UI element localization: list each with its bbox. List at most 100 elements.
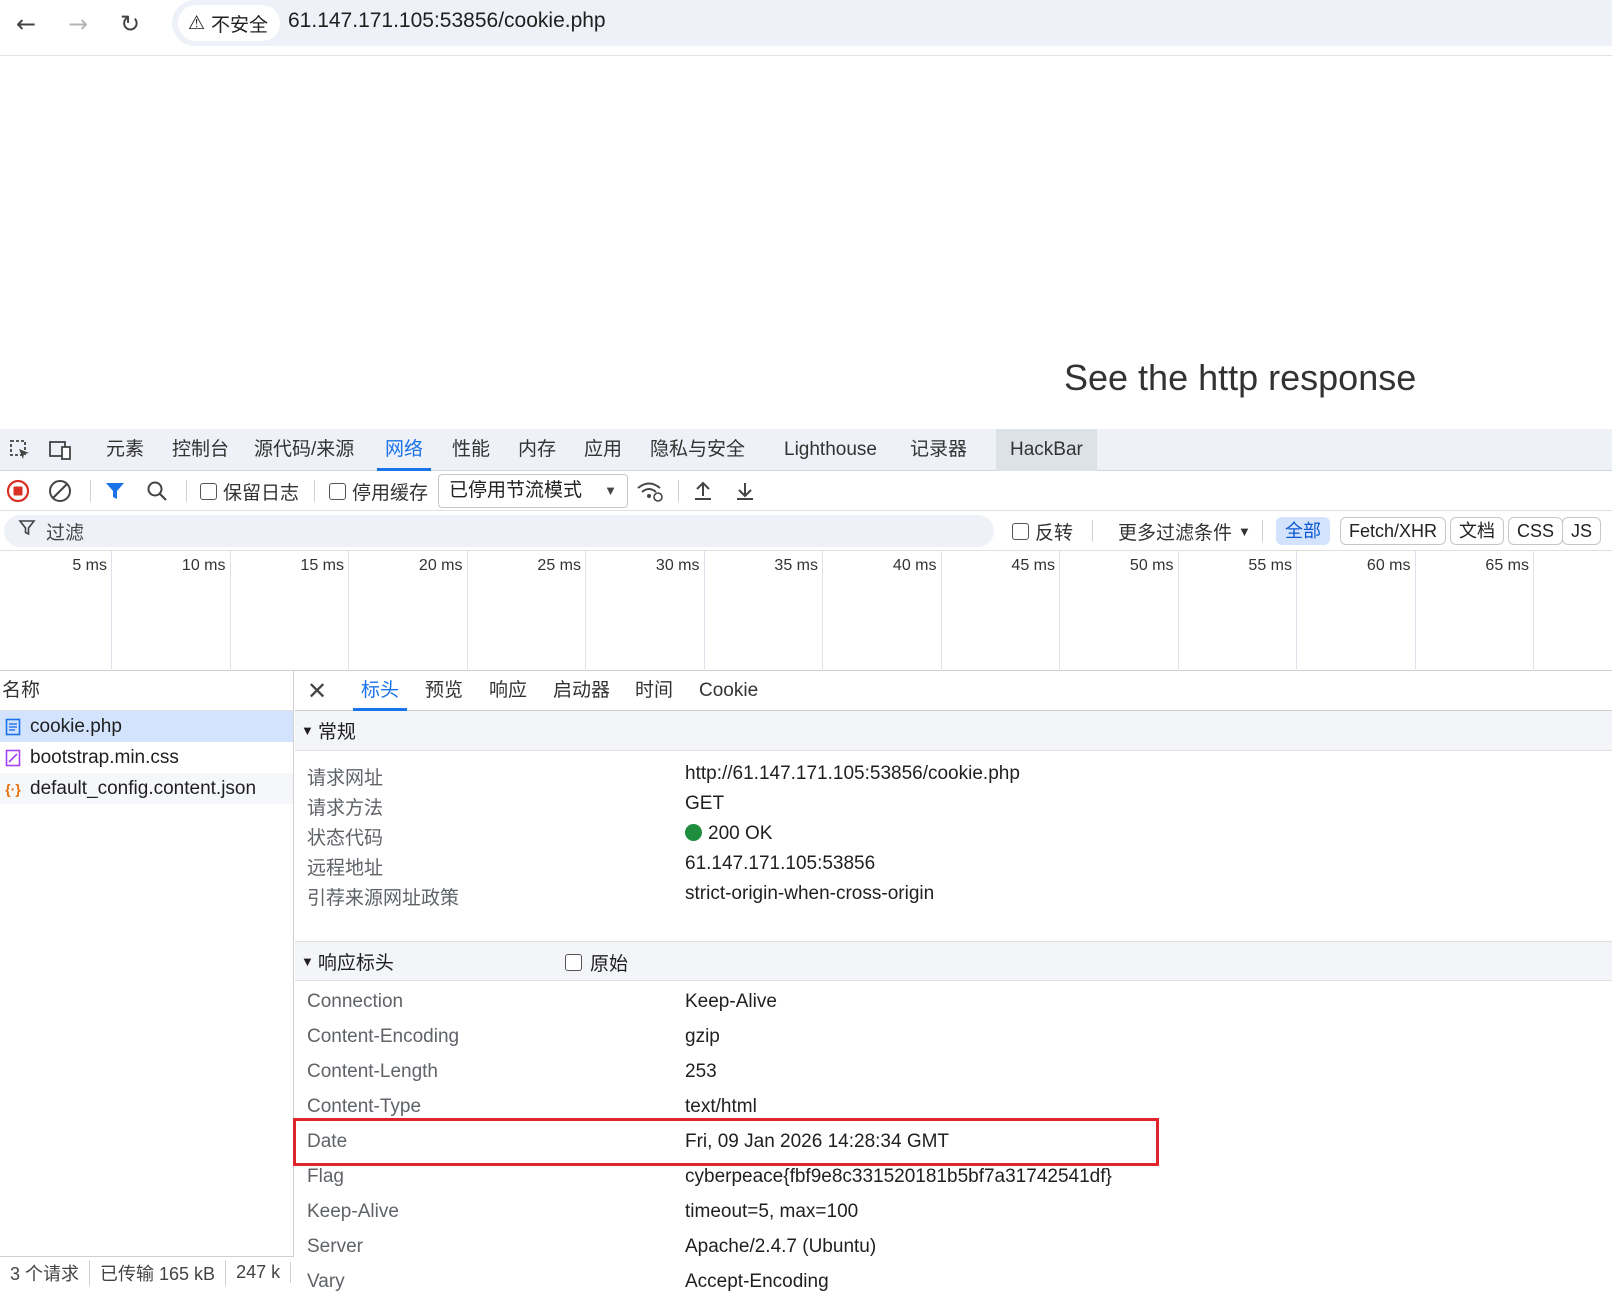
timeline-tick: 40 ms	[823, 551, 942, 671]
tab-recorder[interactable]: 记录器	[902, 429, 975, 471]
tab-memory[interactable]: 内存	[510, 429, 564, 471]
triangle-down-icon: ▼	[301, 953, 314, 969]
timeline-tick-label: 35 ms	[774, 557, 818, 574]
triangle-down-icon: ▼	[301, 723, 314, 738]
more-filters-label: 更多过滤条件	[1118, 522, 1233, 544]
disable-cache-checkbox[interactable]: 停用缓存	[329, 471, 428, 511]
request-name: bootstrap.min.css	[30, 746, 179, 768]
tab-console[interactable]: 控制台	[164, 429, 237, 471]
flag-header-row: Flag cyberpeace{fbf9e8c331520181b5bf7a31…	[295, 1166, 1612, 1196]
timeline-tick: 60 ms	[1297, 551, 1416, 671]
filter-icon[interactable]	[104, 471, 126, 511]
document-icon	[4, 718, 22, 736]
timeline-tick: 45 ms	[942, 551, 1060, 671]
header-value: gzip	[685, 1026, 720, 1047]
request-row[interactable]: bootstrap.min.css	[0, 742, 293, 773]
header-key: Content-Encoding	[307, 1026, 460, 1047]
header-key: 远程地址	[307, 858, 384, 879]
response-header-row: Content-Type text/html	[295, 1096, 1612, 1126]
timeline-tick-label: 55 ms	[1248, 557, 1292, 574]
header-value: Accept-Encoding	[685, 1271, 829, 1292]
network-status-bar: 3 个请求 已传输 165 kB 247 k	[0, 1256, 294, 1288]
request-row[interactable]: {·} default_config.content.json	[0, 773, 293, 804]
devtools-panel: 元素 控制台 源代码/来源 网络 性能 内存 应用 隐私与安全 Lighthou…	[0, 429, 1612, 1292]
tab-privacy-security[interactable]: 隐私与安全	[642, 429, 753, 471]
tab-network[interactable]: 网络	[377, 429, 432, 471]
export-har-icon[interactable]	[734, 471, 756, 511]
request-list: 名称 cookie.php bootstrap.min.css {·} defa…	[0, 671, 294, 1288]
security-chip[interactable]: ⚠ 不安全	[178, 5, 281, 41]
timeline-tick-label: 45 ms	[1011, 557, 1055, 574]
timeline-tick: 7	[1534, 551, 1612, 671]
more-filters-dropdown[interactable]: 更多过滤条件 ▼	[1118, 511, 1251, 551]
header-key: Content-Length	[307, 1061, 438, 1082]
import-har-icon[interactable]	[692, 471, 714, 511]
request-row[interactable]: cookie.php	[0, 711, 293, 742]
response-headers-section-header[interactable]: ▼ 响应标头 原始	[295, 941, 1612, 981]
tab-preview[interactable]: 预览	[417, 671, 471, 711]
request-name: default_config.content.json	[30, 777, 257, 799]
header-key: Vary	[307, 1271, 345, 1292]
invert-checkbox[interactable]: 反转	[1012, 511, 1073, 551]
filter-type-js[interactable]: JS	[1562, 517, 1602, 545]
devtools-tabbar: 元素 控制台 源代码/来源 网络 性能 内存 应用 隐私与安全 Lighthou…	[0, 429, 1612, 471]
filter-type-css[interactable]: CSS	[1508, 517, 1564, 545]
general-list: 请求网址 http://61.147.171.105:53856/cookie.…	[295, 751, 1612, 941]
detail-tabbar: ✕ 标头 预览 响应 启动器 时间 Cookie	[295, 671, 1612, 711]
tab-elements[interactable]: 元素	[98, 429, 152, 471]
timeline-tick-label: 30 ms	[655, 557, 700, 574]
general-title: 常规	[317, 722, 356, 743]
header-value: timeout=5, max=100	[685, 1201, 859, 1222]
checkbox-icon	[200, 482, 217, 500]
general-section-header[interactable]: ▼ 常规	[295, 711, 1612, 751]
header-value: text/html	[685, 1096, 757, 1117]
tab-cookies[interactable]: Cookie	[691, 671, 766, 711]
tab-hackbar[interactable]: HackBar	[996, 429, 1097, 471]
tab-headers[interactable]: 标头	[353, 671, 408, 711]
tab-lighthouse[interactable]: Lighthouse	[776, 429, 885, 471]
clear-icon[interactable]	[48, 471, 72, 511]
back-icon[interactable]: ←	[8, 6, 44, 42]
throttling-select[interactable]: 已停用节流模式 ▼	[438, 474, 628, 508]
device-toolbar-icon[interactable]	[46, 437, 74, 463]
stylesheet-icon	[4, 749, 22, 767]
stop-recording-icon[interactable]	[6, 471, 30, 511]
response-header-row: Content-Encoding gzip	[295, 1026, 1612, 1056]
header-value: Fri, 09 Jan 2026 14:28:34 GMT	[685, 1131, 950, 1152]
timeline-tick: 20 ms	[349, 551, 468, 671]
filter-input[interactable]: 过滤	[4, 515, 994, 547]
disable-cache-label: 停用缓存	[352, 482, 429, 504]
timeline-tick: 35 ms	[705, 551, 823, 671]
tab-timing[interactable]: 时间	[627, 671, 681, 711]
close-icon[interactable]: ✕	[307, 677, 327, 706]
address-bar[interactable]: ⚠ 不安全 61.147.171.105:53856/cookie.php	[172, 0, 1612, 46]
flag-value: cyberpeace{fbf9e8c331520181b5bf7a3174254…	[685, 1166, 1112, 1187]
json-icon: {·}	[5, 780, 21, 797]
url-text[interactable]: 61.147.171.105:53856/cookie.php	[288, 9, 606, 33]
tab-application[interactable]: 应用	[576, 429, 630, 471]
network-conditions-icon[interactable]	[636, 471, 664, 511]
response-headers-title: 响应标头	[317, 952, 394, 974]
search-icon[interactable]	[146, 471, 168, 511]
header-value: Apache/2.4.7 (Ubuntu)	[685, 1236, 877, 1257]
filter-type-fetch-xhr[interactable]: Fetch/XHR	[1340, 517, 1447, 545]
forward-icon[interactable]: →	[60, 6, 96, 42]
header-value: strict-origin-when-cross-origin	[685, 883, 935, 904]
general-row: 状态代码 200 OK	[295, 823, 1612, 853]
timeline-tick: 55 ms	[1179, 551, 1297, 671]
preserve-log-checkbox[interactable]: 保留日志	[200, 471, 299, 511]
timeline-tick-label: 65 ms	[1485, 557, 1529, 574]
raw-checkbox[interactable]: 原始	[565, 942, 628, 982]
inspect-element-icon[interactable]	[6, 437, 34, 463]
tab-performance[interactable]: 性能	[444, 429, 498, 471]
reload-icon[interactable]: ↻	[112, 6, 148, 42]
tab-response[interactable]: 响应	[481, 671, 535, 711]
tab-sources[interactable]: 源代码/来源	[246, 429, 362, 471]
timeline-overview[interactable]: 5 ms 10 ms 15 ms 20 ms 25 ms 30 ms 35 ms 40 ms 4…	[0, 551, 1612, 671]
name-column-header[interactable]: 名称	[0, 671, 293, 711]
tab-initiator[interactable]: 启动器	[545, 671, 618, 711]
general-row: 请求方法 GET	[295, 793, 1612, 823]
filter-type-all[interactable]: 全部	[1276, 517, 1330, 545]
response-header-row: Connection Keep-Alive	[295, 991, 1612, 1021]
filter-type-doc[interactable]: 文档	[1450, 517, 1504, 545]
